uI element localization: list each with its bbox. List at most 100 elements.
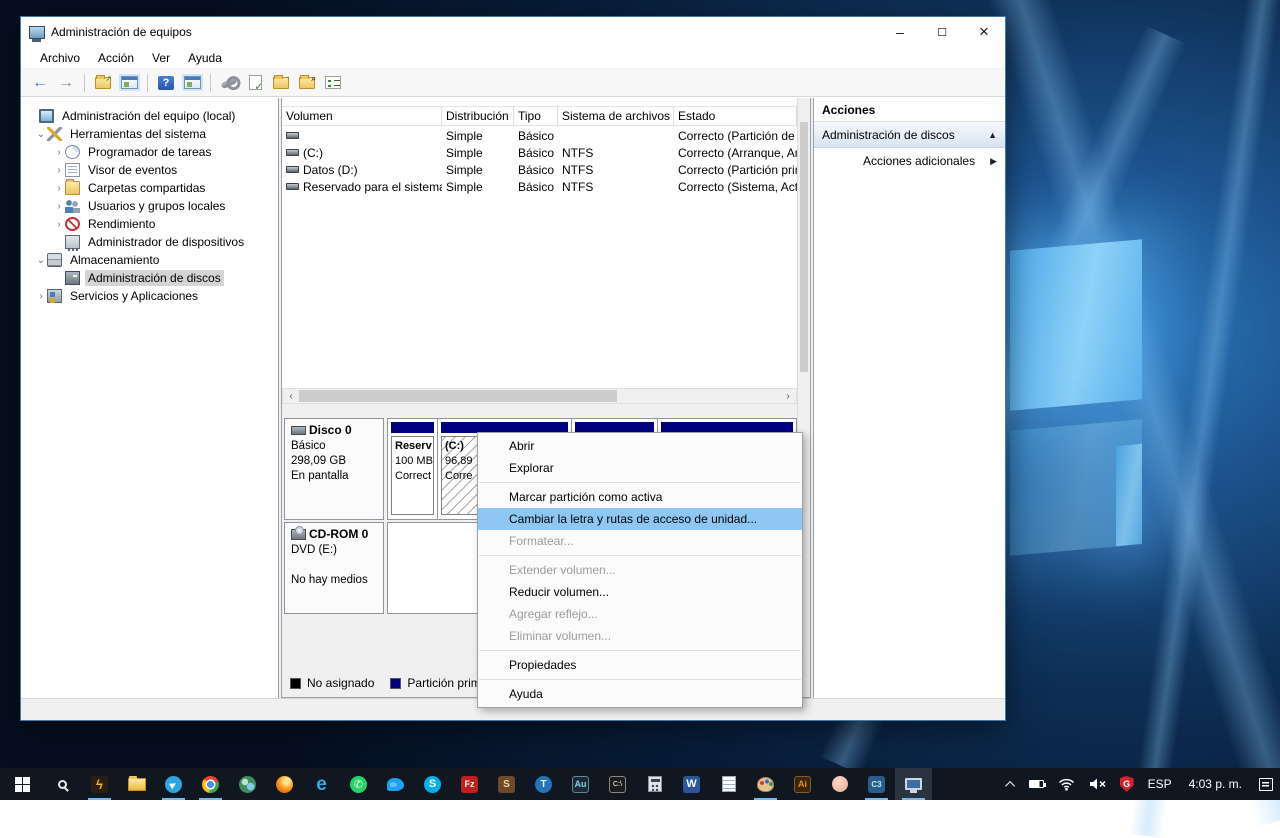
disk-tool-icon[interactable] (218, 72, 240, 94)
properties-list-icon[interactable] (322, 72, 344, 94)
scroll-right-icon[interactable]: › (780, 391, 796, 402)
taskbar-thunderbird[interactable]: T (525, 768, 562, 800)
menu-item-reducir-volumen[interactable]: Reducir volumen... (478, 581, 802, 603)
tree-item-shared-folders[interactable]: › Carpetas compartidas (21, 179, 278, 197)
tree-item-device-manager[interactable]: Administrador de dispositivos (21, 233, 278, 251)
forward-icon[interactable]: → (55, 72, 77, 94)
column-tipo[interactable]: Tipo (514, 107, 558, 125)
volume-row[interactable]: Reservado para el sistema Simple Básico … (282, 178, 797, 195)
menu-archivo[interactable]: Archivo (31, 51, 89, 65)
maximize-button[interactable]: ☐ (921, 17, 963, 47)
menu-item-explorar[interactable]: Explorar (478, 457, 802, 479)
taskbar-chrome[interactable] (192, 768, 229, 800)
taskbar-globe-browser[interactable] (229, 768, 266, 800)
tree-item-services-applications[interactable]: › Servicios y Aplicaciones (21, 287, 278, 305)
tree-item-system-tools[interactable]: ⌄ Herramientas del sistema (21, 125, 278, 143)
taskbar-firefox[interactable] (266, 768, 303, 800)
expander-icon[interactable]: › (35, 291, 47, 302)
taskbar-audition[interactable]: Au (562, 768, 599, 800)
back-icon[interactable]: ← (29, 72, 51, 94)
taskbar-twitter[interactable] (377, 768, 414, 800)
menu-item-abrir[interactable]: Abrir (478, 435, 802, 457)
collapse-icon[interactable]: ▲ (988, 130, 997, 140)
tree-item-local-users-groups[interactable]: › Usuarios y grupos locales (21, 197, 278, 215)
scrollbar-thumb[interactable] (299, 390, 617, 402)
tree-item-task-scheduler[interactable]: › Programador de tareas (21, 143, 278, 161)
column-sistema-archivos[interactable]: Sistema de archivos (558, 107, 674, 125)
taskbar-illustrator[interactable]: Ai (784, 768, 821, 800)
show-action-pane-icon[interactable] (181, 72, 203, 94)
title-bar[interactable]: Administración de equipos – ☐ × (21, 17, 1005, 47)
expander-icon[interactable]: › (53, 219, 65, 230)
app-flash-icon: ϟ (91, 776, 108, 793)
taskbar-calculator[interactable] (636, 768, 673, 800)
taskbar-filezilla[interactable]: Fz (451, 768, 488, 800)
taskbar-word[interactable]: W (673, 768, 710, 800)
edge-icon: e (316, 775, 327, 794)
menu-ver[interactable]: Ver (143, 51, 179, 65)
column-estado[interactable]: Estado (674, 107, 797, 125)
actions-more-actions[interactable]: Acciones adicionales ▶ (814, 148, 1005, 174)
partition-system-reserved[interactable]: Reserv 100 MB Correct (388, 419, 438, 519)
disk0-label[interactable]: Disco 0 Básico 298,09 GB En pantalla (284, 418, 384, 520)
column-distribucion[interactable]: Distribución (442, 107, 514, 125)
taskbar-app-s-brown[interactable]: S (488, 768, 525, 800)
menu-accion[interactable]: Acción (89, 51, 143, 65)
action-center-icon[interactable] (1252, 768, 1280, 800)
up-folder-icon[interactable]: ↑ (270, 72, 292, 94)
wifi-icon[interactable] (1051, 768, 1082, 800)
show-console-tree-icon[interactable] (118, 72, 140, 94)
menu-item-cambiar-letra[interactable]: Cambiar la letra y rutas de acceso de un… (478, 508, 802, 530)
volume-row[interactable]: (C:) Simple Básico NTFS Correcto (Arranq… (282, 144, 797, 161)
taskbar-telegram[interactable]: ▶ (155, 768, 192, 800)
expander-icon[interactable]: ⌄ (35, 129, 47, 140)
taskbar-camtasia[interactable]: C3 (858, 768, 895, 800)
taskbar-edge[interactable]: e (303, 768, 340, 800)
taskbar-file-explorer[interactable] (118, 768, 155, 800)
taskbar-whatsapp[interactable]: ✆ (340, 768, 377, 800)
help-icon[interactable]: ? (155, 72, 177, 94)
tree-item-disk-management[interactable]: Administración de discos (21, 269, 278, 287)
taskbar-computer-management-active[interactable] (895, 768, 932, 800)
expander-icon[interactable]: › (53, 165, 65, 176)
menu-item-propiedades[interactable]: Propiedades (478, 654, 802, 676)
menu-item-marcar-particion[interactable]: Marcar partición como activa (478, 486, 802, 508)
taskbar-skype[interactable]: S (414, 768, 451, 800)
taskbar-app-face[interactable] (821, 768, 858, 800)
volume-row[interactable]: Datos (D:) Simple Básico NTFS Correcto (… (282, 161, 797, 178)
minimize-button[interactable]: – (879, 17, 921, 47)
taskbar-notepad[interactable] (710, 768, 747, 800)
tree-item-computer-management-root[interactable]: Administración del equipo (local) (21, 107, 278, 125)
menu-item-ayuda[interactable]: Ayuda (478, 683, 802, 705)
taskbar-command-prompt[interactable]: C:\ (599, 768, 636, 800)
antivirus-shield-icon[interactable]: G (1113, 768, 1141, 800)
taskbar-app-flash[interactable]: ϟ (81, 768, 118, 800)
battery-icon[interactable] (1022, 768, 1051, 800)
export-list-icon[interactable]: ➚ (92, 72, 114, 94)
close-button[interactable]: × (963, 17, 1005, 47)
find-folder-icon[interactable]: ⌕ (296, 72, 318, 94)
language-indicator[interactable]: ESP (1141, 768, 1179, 800)
scroll-left-icon[interactable]: ‹ (283, 391, 299, 402)
expander-icon[interactable]: ⌄ (35, 255, 47, 266)
volume-muted-icon[interactable] (1082, 768, 1113, 800)
tree-item-performance[interactable]: › Rendimiento (21, 215, 278, 233)
actions-group-disk-management[interactable]: Administración de discos ▲ (814, 122, 1005, 148)
horizontal-scrollbar[interactable]: ‹ › (282, 388, 797, 404)
clock[interactable]: 4:03 p. m. (1179, 768, 1252, 800)
taskbar-paint[interactable] (747, 768, 784, 800)
menu-ayuda[interactable]: Ayuda (179, 51, 231, 65)
cdrom-label[interactable]: CD-ROM 0 DVD (E:) No hay medios (284, 522, 384, 614)
tray-chevron-up-icon[interactable] (1001, 768, 1022, 800)
start-button[interactable] (0, 768, 44, 800)
tree-item-storage[interactable]: ⌄ Almacenamiento (21, 251, 278, 269)
taskbar-search-button[interactable] (44, 768, 81, 800)
expander-icon[interactable]: › (53, 147, 65, 158)
tree-item-event-viewer[interactable]: › Visor de eventos (21, 161, 278, 179)
column-volumen[interactable]: Volumen (282, 107, 442, 125)
check-document-icon[interactable] (244, 72, 266, 94)
expander-icon[interactable]: › (53, 201, 65, 212)
volume-row[interactable]: Simple Básico Correcto (Partición de r (282, 127, 797, 144)
scrollbar-thumb[interactable] (800, 122, 808, 372)
expander-icon[interactable]: › (53, 183, 65, 194)
